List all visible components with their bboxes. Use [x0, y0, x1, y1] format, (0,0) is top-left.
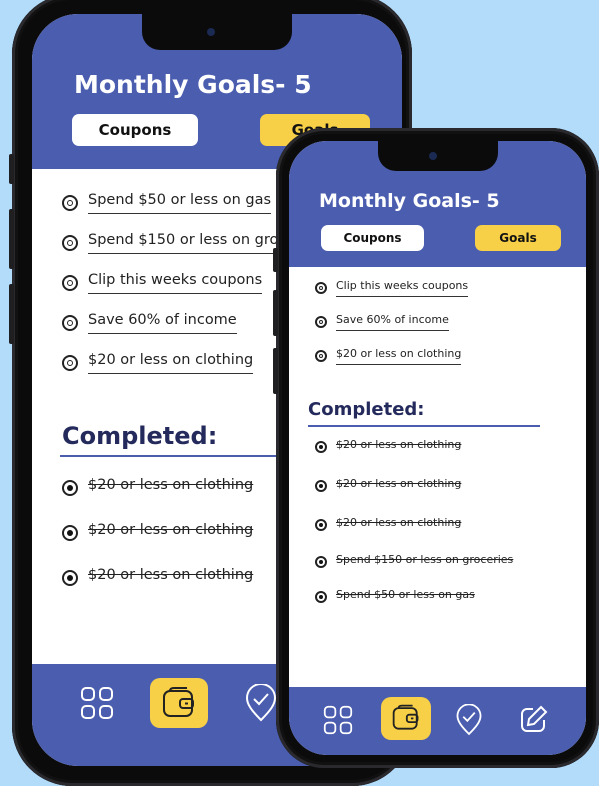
grid-icon[interactable] [80, 686, 114, 720]
volume-up-button [273, 290, 278, 336]
radio-checked-icon[interactable] [315, 518, 327, 531]
radio-checked-icon[interactable] [62, 524, 78, 541]
goal-label: Clip this weeks coupons [336, 279, 469, 297]
completed-label: $20 or less on clothing [88, 567, 254, 583]
notch [142, 14, 292, 50]
tab-goals[interactable]: Goals [475, 225, 561, 251]
radio-checked-icon[interactable] [315, 479, 327, 492]
front-phone: Monthly Goals- 5 Coupons Goals Clip this… [273, 128, 599, 768]
goal-item[interactable]: Clip this weeks coupons [315, 279, 469, 297]
camera-icon [207, 28, 215, 36]
radio-unchecked-icon[interactable] [62, 235, 78, 251]
volume-down-button [9, 284, 14, 344]
tab-coupons[interactable]: Coupons [72, 114, 198, 146]
radio-checked-icon[interactable] [62, 569, 78, 586]
radio-unchecked-icon[interactable] [62, 195, 78, 211]
radio-checked-icon[interactable] [315, 555, 327, 568]
wallet-icon [391, 704, 421, 732]
completed-label: $20 or less on clothing [336, 438, 462, 451]
tab-coupons[interactable]: Coupons [321, 225, 424, 251]
goal-item[interactable]: Save 60% of income [62, 312, 237, 334]
notch [377, 141, 498, 171]
completed-label: $20 or less on clothing [88, 477, 254, 493]
wallet-tab[interactable] [381, 697, 431, 740]
divider [308, 425, 540, 427]
radio-unchecked-icon[interactable] [315, 282, 327, 294]
goal-label: Save 60% of income [336, 313, 449, 331]
completed-label: $20 or less on clothing [336, 516, 462, 529]
radio-checked-icon[interactable] [315, 440, 327, 453]
radio-checked-icon[interactable] [62, 479, 78, 496]
radio-unchecked-icon[interactable] [315, 316, 327, 328]
radio-unchecked-icon[interactable] [62, 275, 78, 291]
completed-label: $20 or less on clothing [88, 522, 254, 538]
volume-down-button [273, 348, 278, 394]
radio-unchecked-icon[interactable] [315, 350, 327, 362]
goal-label: Save 60% of income [88, 312, 237, 334]
completed-item[interactable]: Spend $50 or less on gas [315, 588, 475, 605]
page-title: Monthly Goals- 5 [74, 70, 312, 99]
mute-switch [9, 154, 14, 184]
completed-item[interactable]: $20 or less on clothing [315, 438, 461, 455]
completed-label: $20 or less on clothing [336, 477, 462, 490]
completed-item[interactable]: $20 or less on clothing [62, 477, 253, 498]
goal-item[interactable]: Spend $50 or less on gas [62, 192, 272, 214]
completed-heading: Completed: [308, 399, 425, 420]
page-title: Monthly Goals- 5 [319, 190, 500, 212]
edit-icon[interactable] [519, 704, 549, 734]
completed-heading: Completed: [62, 422, 218, 450]
radio-unchecked-icon[interactable] [62, 355, 78, 371]
radio-unchecked-icon[interactable] [62, 315, 78, 331]
completed-item[interactable]: $20 or less on clothing [315, 477, 461, 494]
radio-checked-icon[interactable] [315, 590, 327, 603]
goal-label: $20 or less on clothing [88, 352, 254, 374]
tab-bar [289, 687, 586, 755]
camera-icon [428, 152, 437, 160]
wallet-tab[interactable] [150, 678, 208, 728]
completed-label: Spend $150 or less on groceries [336, 553, 514, 566]
checkmark-shield-icon[interactable] [244, 684, 278, 722]
volume-up-button [9, 209, 14, 269]
goal-item[interactable]: Save 60% of income [315, 313, 449, 331]
wallet-icon [161, 686, 197, 720]
completed-item[interactable]: $20 or less on clothing [62, 567, 253, 588]
goal-item[interactable]: $20 or less on clothing [315, 347, 462, 365]
goal-label: Spend $50 or less on gas [88, 192, 272, 214]
completed-item[interactable]: $20 or less on clothing [62, 522, 253, 543]
goal-label: Clip this weeks coupons [88, 272, 263, 294]
goal-label: $20 or less on clothing [336, 347, 462, 365]
front-screen: Monthly Goals- 5 Coupons Goals Clip this… [289, 141, 586, 755]
completed-label: Spend $50 or less on gas [336, 588, 475, 601]
completed-item[interactable]: $20 or less on clothing [315, 516, 461, 533]
completed-item[interactable]: Spend $150 or less on groceries [315, 553, 513, 570]
goal-item[interactable]: $20 or less on clothing [62, 352, 254, 374]
checkmark-shield-icon[interactable] [455, 704, 483, 736]
goal-item[interactable]: Clip this weeks coupons [62, 272, 263, 294]
grid-icon[interactable] [323, 705, 353, 735]
mute-switch [273, 248, 278, 272]
